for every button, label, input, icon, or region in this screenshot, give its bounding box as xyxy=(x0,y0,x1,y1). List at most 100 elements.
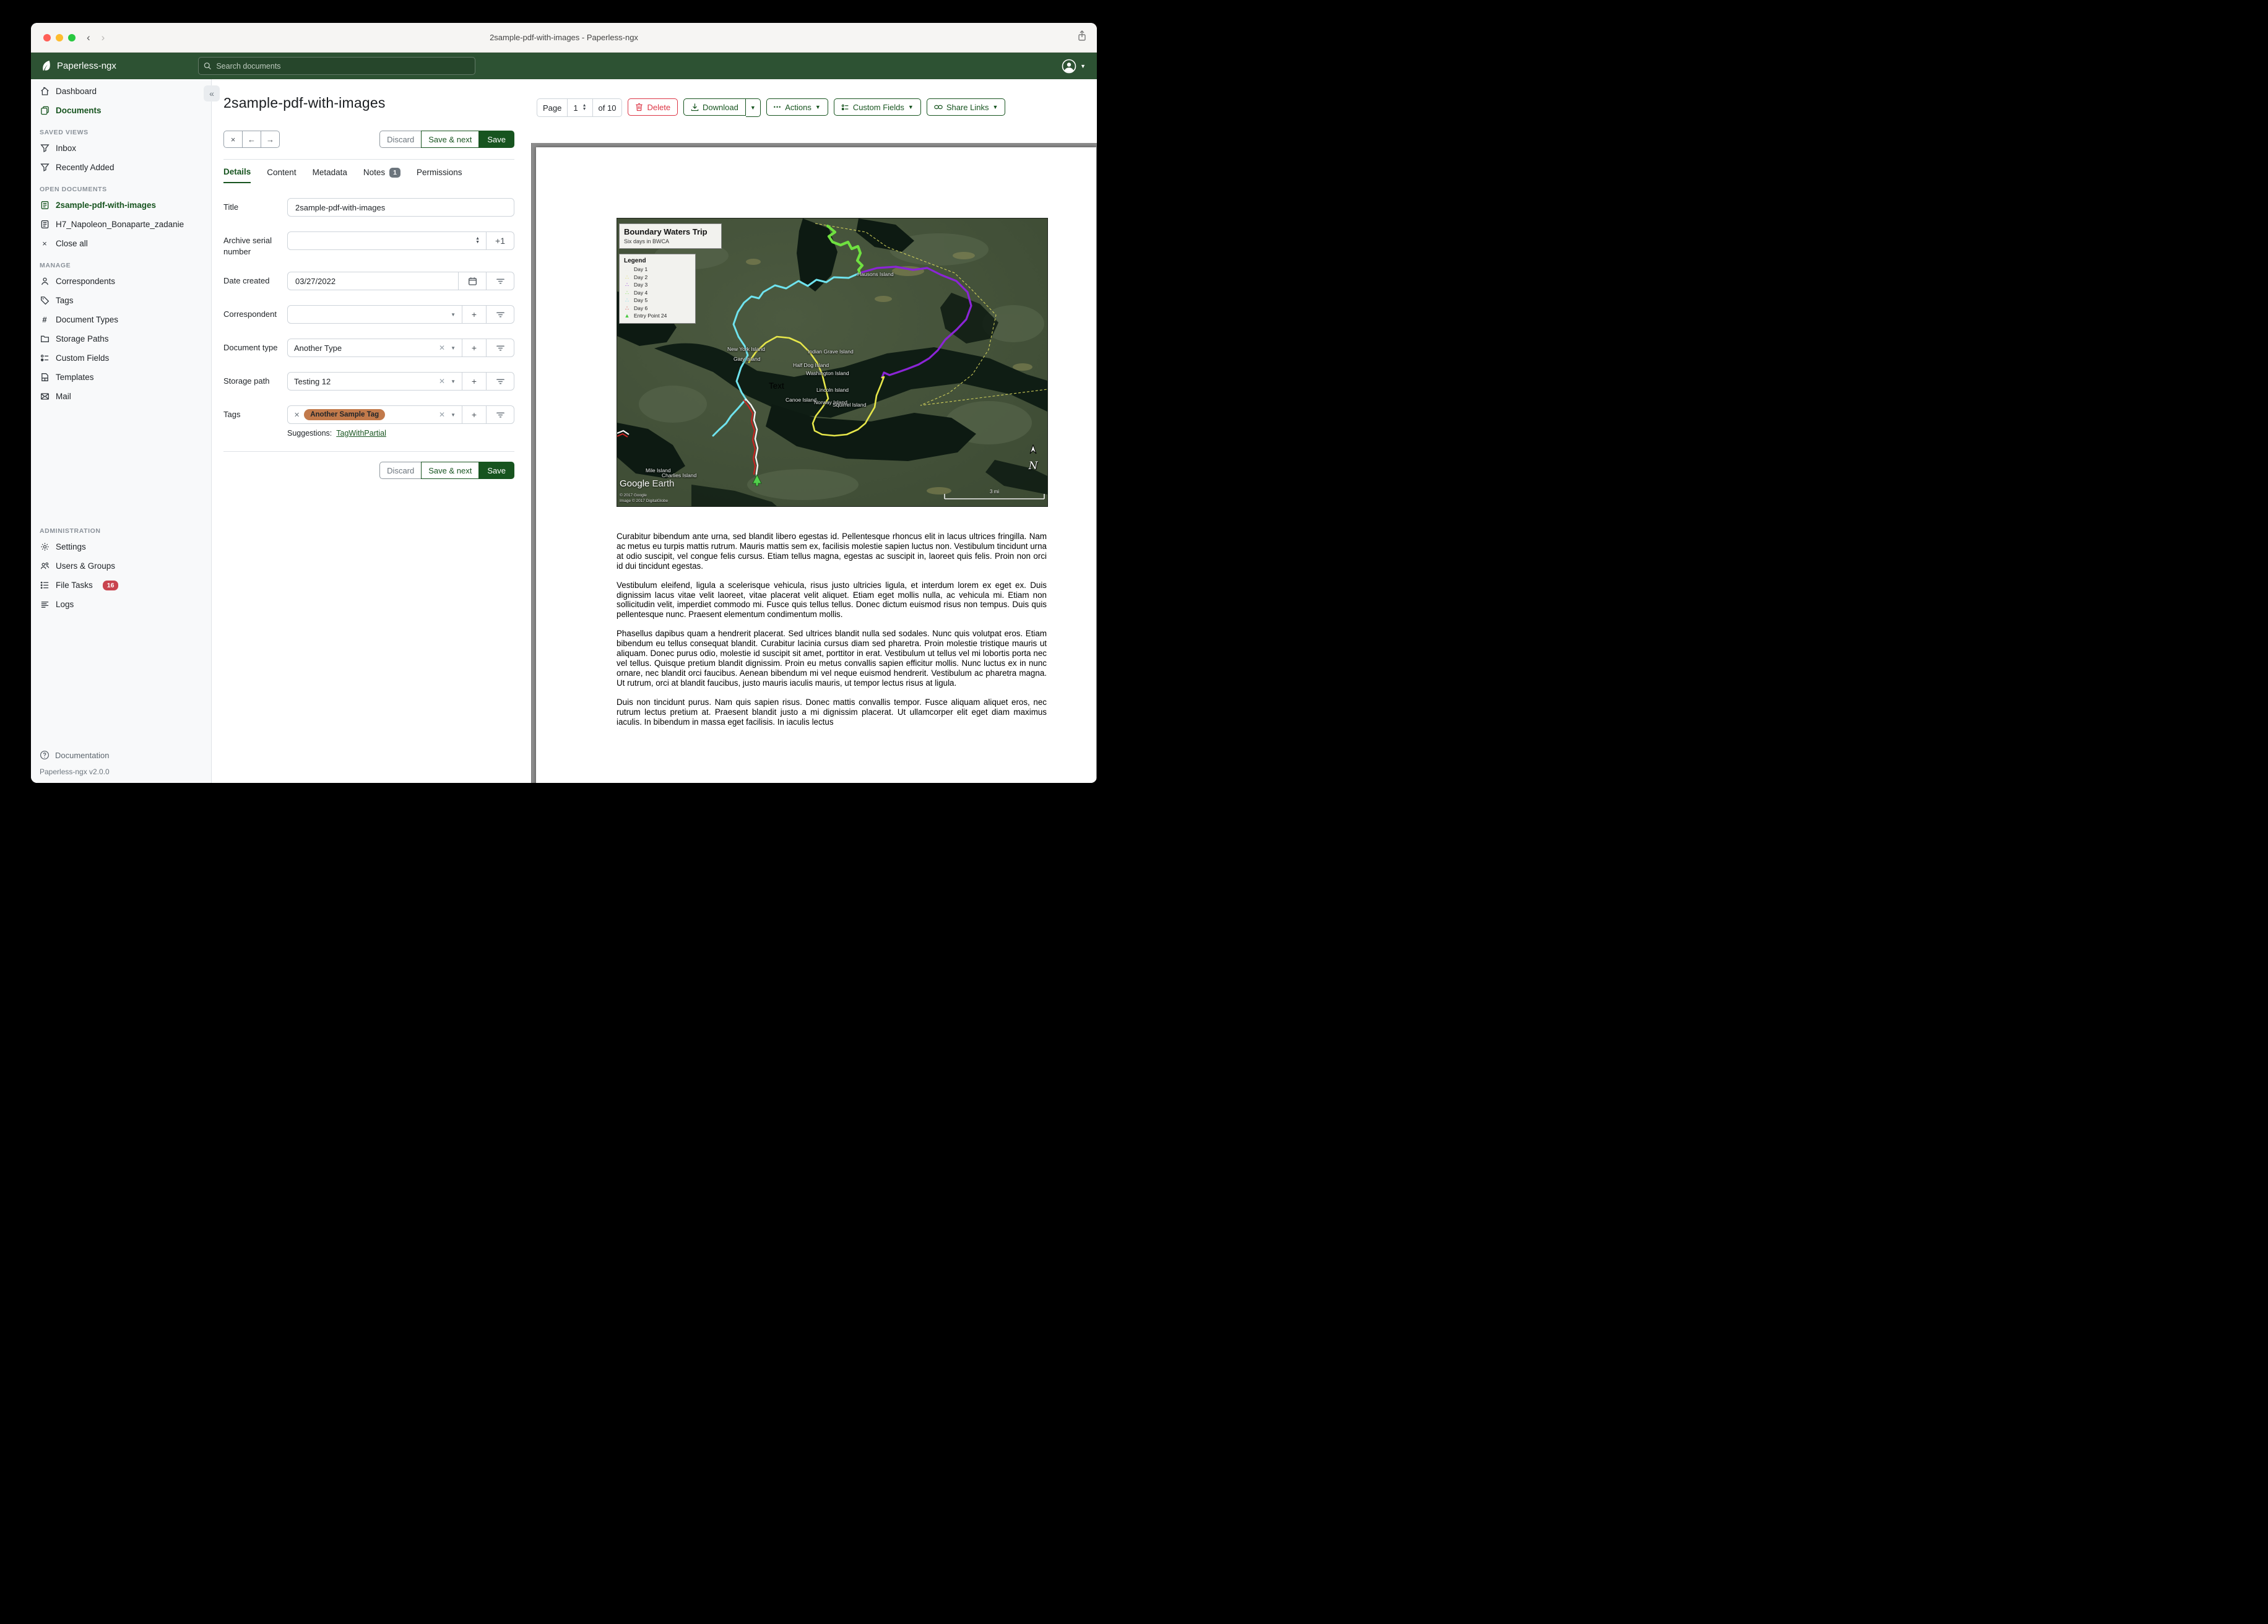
sidebar-item-templates[interactable]: Templates xyxy=(31,368,211,387)
custom-fields-button[interactable]: Custom Fields ▼ xyxy=(833,98,921,116)
global-search[interactable] xyxy=(198,57,475,75)
browser-back-icon[interactable]: ‹ xyxy=(87,32,90,44)
sidebar-item-storage-paths[interactable]: Storage Paths xyxy=(31,329,211,348)
paragraph: Vestibulum eleifend, ligula a scelerisqu… xyxy=(617,580,1047,620)
tab-details[interactable]: Details xyxy=(223,167,251,183)
date-created-input[interactable] xyxy=(294,275,452,287)
date-filter-button[interactable] xyxy=(487,272,514,291)
suggestion-tag-link[interactable]: TagWithPartial xyxy=(336,429,386,438)
template-file-icon xyxy=(40,373,50,382)
user-menu[interactable]: ▼ xyxy=(1062,59,1086,74)
remove-tag-icon[interactable]: ✕ xyxy=(294,411,300,419)
storage-path-add-button[interactable]: + xyxy=(462,372,487,391)
correspondent-add-button[interactable]: + xyxy=(462,305,487,324)
tags-select[interactable]: ✕ Another Sample Tag ✕ ▼ xyxy=(287,405,462,425)
search-input[interactable] xyxy=(215,61,470,71)
tags-add-button[interactable]: + xyxy=(462,405,487,425)
sidebar-item-users-groups[interactable]: Users & Groups xyxy=(31,556,211,576)
tag-chip[interactable]: Another Sample Tag xyxy=(304,409,386,421)
chevron-down-icon[interactable]: ▼ xyxy=(451,345,456,351)
chevron-down-icon: ▼ xyxy=(815,104,821,110)
tab-notes[interactable]: Notes 1 xyxy=(363,167,400,183)
chevron-down-icon: ▼ xyxy=(992,104,998,110)
tags-filter-button[interactable] xyxy=(487,405,514,425)
tab-content[interactable]: Content xyxy=(267,167,296,183)
date-picker-button[interactable] xyxy=(459,272,487,291)
download-menu-caret[interactable]: ▼ xyxy=(745,98,761,117)
save-button[interactable]: Save xyxy=(478,462,514,480)
asn-stepper-icon[interactable]: ▲ ▼ xyxy=(475,236,480,244)
sidebar-item-custom-fields[interactable]: Custom Fields xyxy=(31,348,211,368)
previous-document-button[interactable]: ← xyxy=(242,131,261,148)
sidebar-item-logs[interactable]: Logs xyxy=(31,595,211,614)
filter-lines-icon xyxy=(496,412,504,418)
save-button[interactable]: Save xyxy=(478,131,514,148)
notes-count-badge: 1 xyxy=(389,167,400,178)
map-island-label: Gary Island xyxy=(734,356,761,362)
sidebar-item-document-types[interactable]: # Document Types xyxy=(31,310,211,329)
share-icon[interactable] xyxy=(1077,30,1087,41)
sidebar-item-correspondents[interactable]: Correspondents xyxy=(31,272,211,291)
chevron-down-icon[interactable]: ▼ xyxy=(451,312,456,317)
documentation-link[interactable]: Documentation xyxy=(40,750,202,760)
sidebar-item-close-all[interactable]: × Close all xyxy=(31,234,211,253)
next-document-button[interactable]: → xyxy=(261,131,280,148)
close-window-button[interactable] xyxy=(43,33,51,41)
pdf-preview-pane[interactable]: Boundary Waters Trip Six days in BWCA Le… xyxy=(531,143,1097,783)
question-circle-icon xyxy=(40,750,50,760)
stepper-arrows-icon[interactable]: ▲ ▼ xyxy=(582,103,587,111)
app-brand[interactable]: Paperless-ngx xyxy=(41,60,116,72)
chevron-down-icon[interactable]: ▼ xyxy=(451,412,456,418)
clear-icon[interactable]: ✕ xyxy=(439,377,445,386)
download-button[interactable]: Download xyxy=(683,98,746,116)
save-next-button[interactable]: Save & next xyxy=(421,131,480,148)
correspondent-select[interactable]: ▼ xyxy=(287,305,462,324)
document-type-select[interactable]: Another Type ✕ ▼ xyxy=(287,339,462,358)
discard-button[interactable]: Discard xyxy=(379,131,422,148)
clear-icon[interactable]: ✕ xyxy=(439,343,445,352)
route-dots-icon: ∴ xyxy=(625,304,629,311)
sidebar-item-recently-added[interactable]: Recently Added xyxy=(31,158,211,177)
route-dots-icon: ∴ xyxy=(625,297,629,303)
chevron-down-icon: ▼ xyxy=(907,104,914,110)
sidebar-collapse-button[interactable]: « xyxy=(204,85,220,102)
page-number-stepper[interactable]: 1 ▲ ▼ xyxy=(567,99,592,116)
sidebar-item-open-doc-2[interactable]: H7_Napoleon_Bonaparte_zadanie xyxy=(31,215,211,234)
clear-icon[interactable]: ✕ xyxy=(439,410,445,419)
map-scalebar: 3 mi xyxy=(944,489,1045,499)
share-links-button[interactable]: Share Links ▼ xyxy=(926,98,1006,116)
asn-plus-one-button[interactable]: +1 xyxy=(487,231,514,250)
map-image: Boundary Waters Trip Six days in BWCA Le… xyxy=(617,218,1048,507)
minimize-window-button[interactable] xyxy=(56,33,63,41)
sidebar-item-open-doc-1[interactable]: 2sample-pdf-with-images xyxy=(31,196,211,215)
sidebar-item-tags[interactable]: Tags xyxy=(31,291,211,310)
delete-button[interactable]: Delete xyxy=(628,98,678,116)
correspondent-filter-button[interactable] xyxy=(487,305,514,324)
title-input[interactable] xyxy=(294,202,508,213)
chevron-down-icon[interactable]: ▼ xyxy=(451,379,456,384)
app-version: Paperless-ngx v2.0.0 xyxy=(40,767,110,776)
asn-input[interactable] xyxy=(294,235,476,246)
sidebar-item-settings[interactable]: Settings xyxy=(31,537,211,556)
chevron-down-icon: ▼ xyxy=(1080,63,1086,69)
zoom-window-button[interactable] xyxy=(68,33,76,41)
tab-metadata[interactable]: Metadata xyxy=(313,167,347,183)
close-document-button[interactable]: × xyxy=(223,131,243,148)
tab-permissions[interactable]: Permissions xyxy=(417,167,462,183)
document-type-filter-button[interactable] xyxy=(487,339,514,358)
sidebar-item-file-tasks[interactable]: File Tasks 16 xyxy=(31,576,211,595)
sidebar-item-inbox[interactable]: Inbox xyxy=(31,139,211,158)
storage-path-filter-button[interactable] xyxy=(487,372,514,391)
discard-button[interactable]: Discard xyxy=(379,462,422,480)
document-type-add-button[interactable]: + xyxy=(462,339,487,358)
save-next-button[interactable]: Save & next xyxy=(421,462,480,480)
sidebar-item-dashboard[interactable]: Dashboard xyxy=(31,82,211,101)
sidebar-item-documents[interactable]: Documents xyxy=(31,101,211,120)
storage-path-select[interactable]: Testing 12 ✕ ▼ xyxy=(287,372,462,391)
trash-icon xyxy=(636,103,643,111)
legend-item-day2: ∴ Day 2 xyxy=(624,274,691,280)
close-icon: × xyxy=(42,239,47,248)
actions-button[interactable]: ••• Actions ▼ xyxy=(766,98,828,116)
sidebar-item-mail[interactable]: Mail xyxy=(31,387,211,406)
browser-forward-icon[interactable]: › xyxy=(102,32,105,44)
